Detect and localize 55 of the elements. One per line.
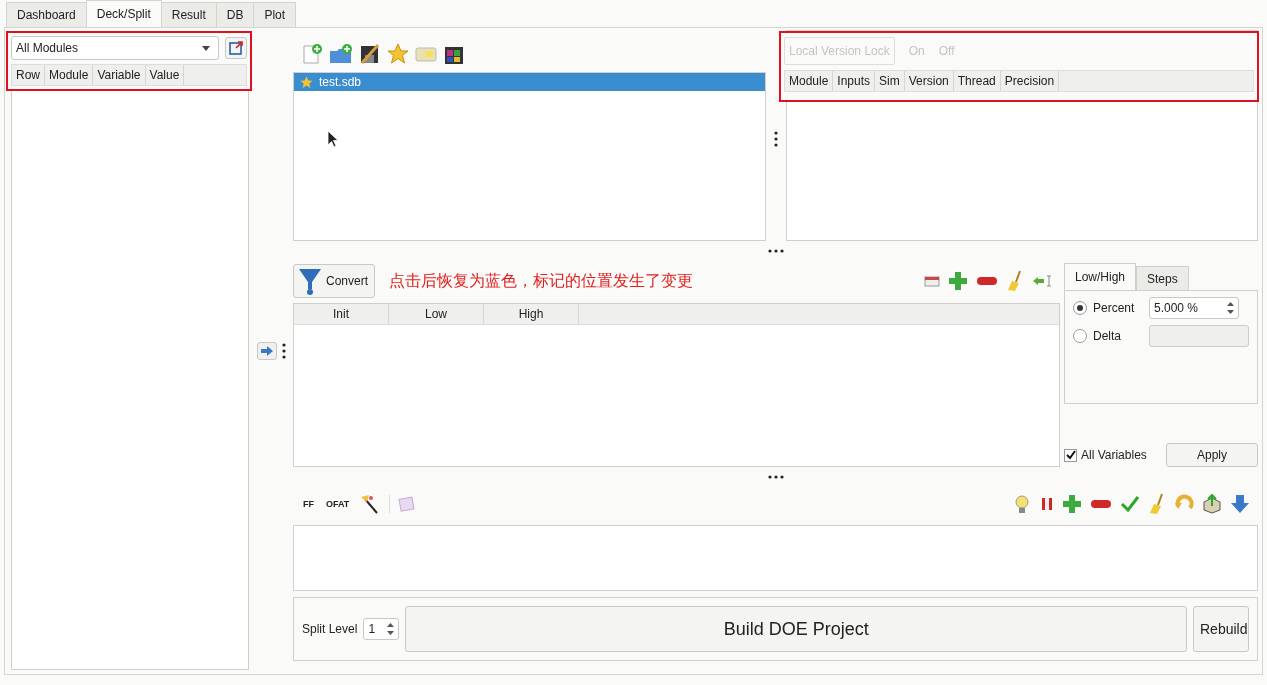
radio-button[interactable] (1073, 329, 1087, 343)
mouse-pointer-icon (327, 130, 339, 148)
transfer-button[interactable] (256, 342, 277, 360)
funnel-icon (298, 267, 322, 295)
lightbulb-icon[interactable] (1012, 493, 1032, 515)
spin-arrows-icon (387, 622, 395, 636)
caret-icon (202, 45, 210, 51)
checkbox-label: All Variables (1081, 448, 1148, 462)
toolbar-button[interactable]: FF (301, 499, 316, 509)
toolbar-button[interactable]: OFAT (324, 499, 352, 509)
star-icon (300, 75, 313, 89)
convert-button[interactable]: Convert (293, 264, 376, 298)
tab[interactable]: Result (160, 2, 217, 27)
plus-icon[interactable] (948, 271, 968, 291)
splitter-handle[interactable] (281, 343, 286, 359)
popout-icon (229, 41, 243, 55)
radio-label: Percent (1093, 301, 1136, 315)
table-icon[interactable] (924, 273, 940, 289)
arrow-right-icon (259, 345, 274, 357)
split-level-label: Split Level (302, 622, 358, 636)
checkmark-icon (1065, 450, 1076, 460)
build-button[interactable]: Build DOE Project (405, 606, 1187, 652)
arrow-left-icon[interactable] (1032, 274, 1052, 288)
star-icon[interactable] (387, 43, 409, 65)
checkbox[interactable] (1064, 448, 1077, 462)
broom-icon[interactable] (1006, 270, 1024, 292)
module-dropdown[interactable]: All Modules (11, 36, 219, 60)
plus-icon[interactable] (1062, 494, 1082, 514)
radio-label: Delta (1093, 329, 1122, 343)
checkmark-icon[interactable] (1120, 495, 1140, 513)
popout-button[interactable] (225, 37, 247, 59)
minus-icon[interactable] (976, 275, 998, 287)
tab[interactable]: Steps (1136, 266, 1189, 290)
folder-add-icon[interactable] (329, 43, 353, 65)
tab[interactable]: Low/High (1064, 263, 1137, 290)
tab[interactable]: Plot (253, 2, 297, 27)
delta-field[interactable] (1149, 325, 1249, 347)
spin-arrows-icon (1227, 301, 1234, 315)
splitter-handle[interactable] (774, 130, 778, 147)
save-edit-icon[interactable] (359, 43, 381, 65)
splitter-handle[interactable] (767, 249, 784, 253)
rebuild-button[interactable]: Rebuild (1193, 606, 1249, 652)
splitter-handle[interactable] (767, 475, 784, 479)
radio-button[interactable] (1073, 301, 1087, 315)
broom-icon[interactable] (1148, 493, 1166, 515)
annotation-text: 点击后恢复为蓝色，标记的位置发生了变更 (389, 270, 694, 292)
new-file-icon[interactable] (301, 43, 323, 65)
export-box-icon[interactable] (1202, 494, 1222, 514)
tab[interactable]: Dashboard (6, 2, 87, 27)
minus-icon[interactable] (1090, 498, 1112, 510)
percent-spinbox[interactable]: 5.000 % (1149, 297, 1239, 319)
arrow-down-icon[interactable] (1230, 494, 1250, 514)
apply-button[interactable]: Apply (1166, 443, 1258, 467)
file-item[interactable]: test.sdb (294, 73, 765, 91)
split-level-spinbox[interactable]: 1 (363, 618, 400, 640)
